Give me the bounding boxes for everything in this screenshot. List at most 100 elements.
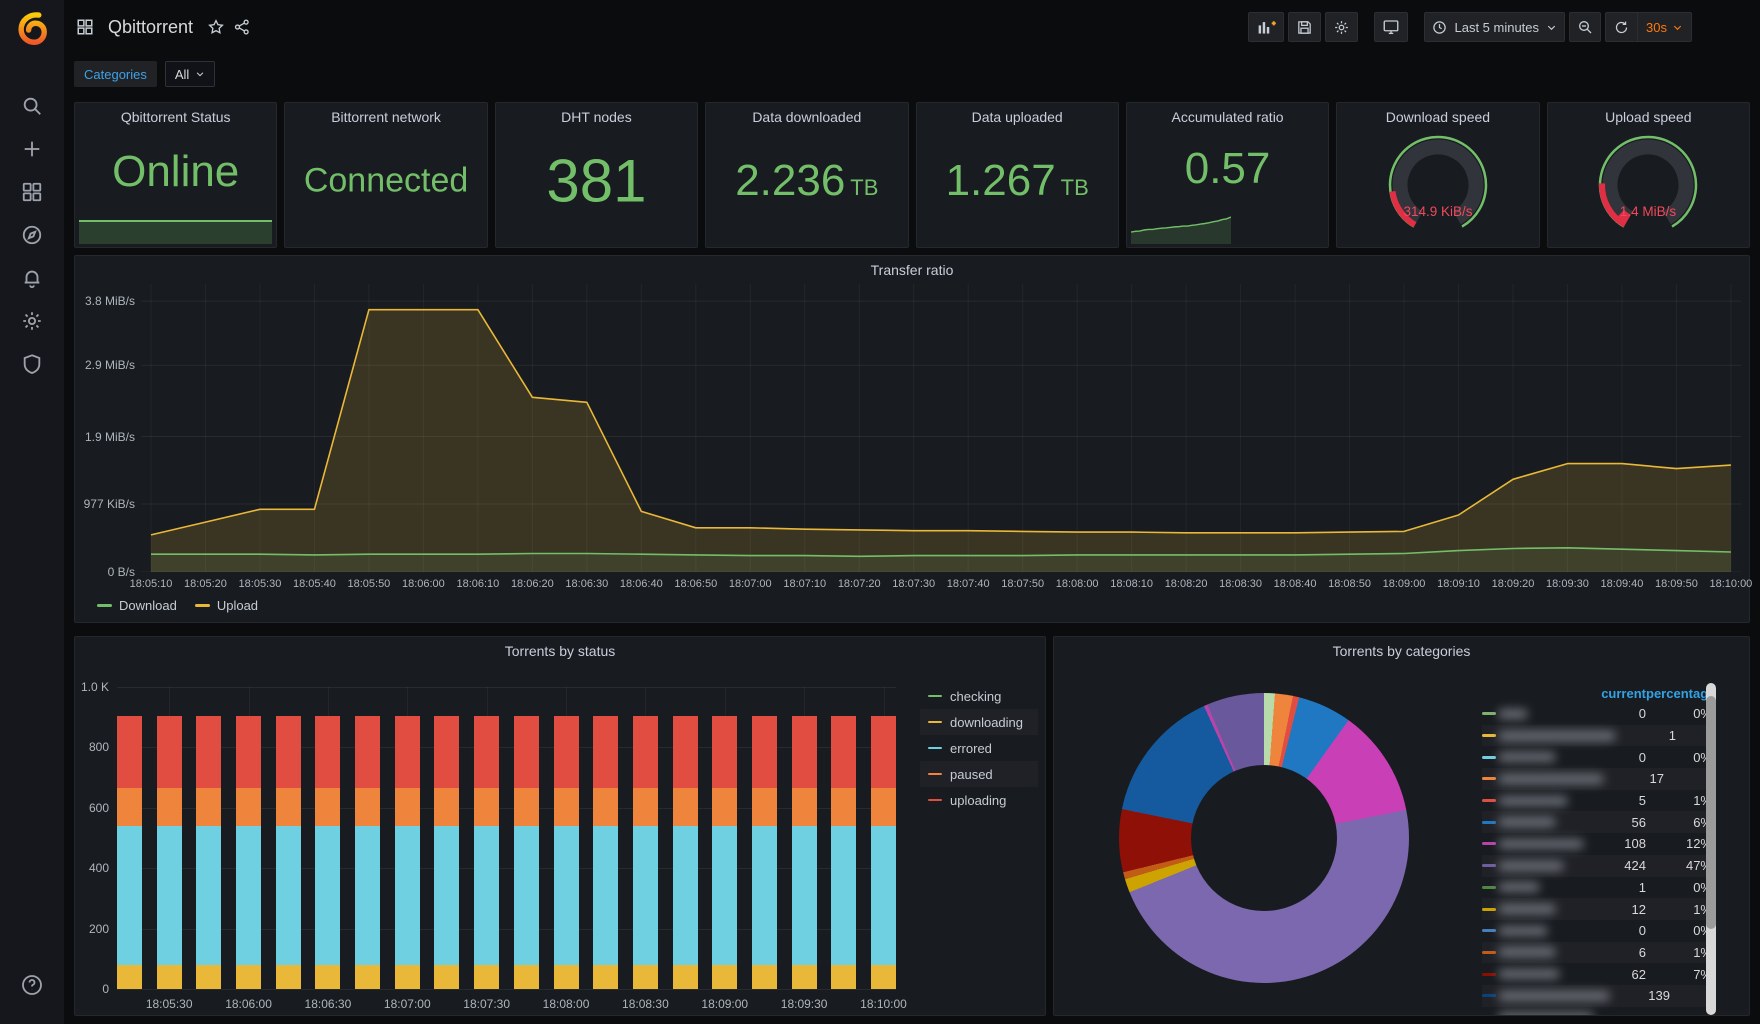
save-dashboard-button[interactable] (1288, 12, 1322, 42)
create-plus-icon[interactable] (12, 127, 52, 170)
panel-title[interactable]: Data uploaded (917, 109, 1118, 125)
variable-value-dropdown[interactable]: All (164, 61, 216, 87)
legend-item-errored[interactable]: errored (920, 735, 1038, 761)
table-row[interactable]: 172% (1482, 768, 1712, 790)
bar-segment-uploading (751, 715, 777, 789)
zoom-out-button[interactable] (1569, 12, 1602, 42)
category-label-redacted (1498, 882, 1586, 893)
table-row[interactable]: 424 47% (1482, 854, 1712, 877)
table-row[interactable]: 10% (1482, 724, 1712, 747)
search-icon[interactable] (12, 84, 52, 127)
cycle-view-tv-icon[interactable] (1374, 12, 1409, 42)
stacked-bar[interactable] (117, 715, 142, 989)
stacked-bar[interactable] (632, 715, 658, 989)
alerting-bell-icon[interactable] (12, 256, 52, 299)
panel-title[interactable]: Bittorrent network (285, 109, 486, 125)
legend-item-download[interactable]: Download (97, 598, 177, 613)
bottom-row: Torrents by status checking downloading er… (74, 636, 1750, 1016)
stacked-bar[interactable] (871, 715, 896, 989)
explore-compass-icon[interactable] (12, 213, 52, 256)
stacked-bar[interactable] (712, 715, 738, 989)
table-row[interactable]: 62 7% (1482, 963, 1712, 985)
table-row[interactable] (1482, 1007, 1712, 1015)
column-header-percentage[interactable]: percentage (1646, 686, 1712, 701)
table-row[interactable]: 56 6% (1482, 811, 1712, 834)
panel-title[interactable]: Data downloaded (706, 109, 907, 125)
stacked-bar[interactable] (156, 715, 182, 989)
column-header-current[interactable]: current (1586, 686, 1646, 701)
time-series-chart (141, 284, 1741, 572)
share-icon[interactable] (229, 14, 255, 40)
panel-title[interactable]: Accumulated ratio (1127, 109, 1328, 125)
panel-title[interactable]: Torrents by status (75, 643, 1045, 659)
table-row[interactable]: 0 0% (1482, 920, 1712, 942)
legend-item-uploading[interactable]: uploading (920, 787, 1038, 813)
panel-title[interactable]: Qbittorrent Status (75, 109, 276, 125)
time-range-picker[interactable]: Last 5 minutes (1424, 12, 1566, 42)
page-title: Qbittorrent (108, 16, 194, 37)
panel-title[interactable]: Transfer ratio (75, 262, 1749, 278)
stacked-bar[interactable] (474, 715, 500, 989)
stacked-bar[interactable] (315, 715, 341, 989)
legend-item-paused[interactable]: paused (920, 761, 1038, 787)
bar-segment-downloading (513, 964, 539, 989)
y-axis-label: 2.9 MiB/s (84, 358, 135, 373)
stacked-bar[interactable] (672, 715, 698, 989)
stacked-bar[interactable] (553, 715, 579, 989)
table-row[interactable]: 12 1% (1482, 898, 1712, 920)
gauge-value: 1.4 MiB/s (1620, 204, 1677, 219)
legend-item-upload[interactable]: Upload (194, 598, 258, 613)
stacked-bar[interactable] (751, 715, 777, 989)
dashboard-grid-icon[interactable] (72, 14, 98, 40)
refresh-interval-dropdown[interactable]: 30s (1638, 13, 1691, 41)
table-scrollbar[interactable] (1706, 683, 1716, 1015)
bar-segment-downloading (871, 964, 896, 989)
table-row[interactable]: 6 1% (1482, 941, 1712, 964)
stacked-bar[interactable] (434, 715, 460, 989)
stacked-bar[interactable] (355, 715, 381, 989)
stacked-bar[interactable] (831, 715, 857, 989)
dashboards-icon[interactable] (12, 170, 52, 213)
admin-shield-icon[interactable] (12, 342, 52, 385)
stat-value: 1.267 TB (945, 155, 1089, 205)
table-row[interactable]: 108 12% (1482, 833, 1712, 855)
stacked-bar[interactable] (236, 715, 262, 989)
table-row[interactable]: 0 0% (1482, 746, 1712, 768)
bar-segment-uploading (236, 715, 262, 789)
variable-label-categories[interactable]: Categories (74, 61, 157, 87)
panel-title[interactable]: Download speed (1337, 109, 1538, 125)
stacked-bar[interactable] (275, 715, 301, 989)
bar-segment-downloading (434, 964, 460, 989)
refresh-icon[interactable] (1606, 13, 1637, 41)
stacked-bar[interactable] (196, 715, 222, 989)
table-row[interactable]: 13915% (1482, 984, 1712, 1007)
stacked-bar[interactable] (791, 715, 817, 989)
star-icon[interactable] (203, 14, 229, 40)
add-panel-button[interactable] (1248, 12, 1285, 42)
cell-percentage: 7% (1693, 966, 1712, 982)
legend-color-dash-cell (1482, 712, 1498, 716)
bar-segment-paused (632, 788, 658, 826)
legend-item-checking[interactable]: checking (920, 683, 1038, 709)
table-row[interactable]: 5 1% (1482, 790, 1712, 812)
dashboard-settings-gear-icon[interactable] (1325, 12, 1359, 42)
stacked-bar[interactable] (513, 715, 539, 989)
grafana-logo-icon[interactable] (0, 0, 64, 56)
scrollbar-thumb[interactable] (1706, 696, 1716, 929)
legend-color-dash (1482, 950, 1496, 954)
bar-segment-errored (751, 825, 777, 965)
x-axis-label: 18:09:30 (780, 997, 828, 1011)
configuration-gear-icon[interactable] (12, 299, 52, 342)
help-icon[interactable] (12, 963, 52, 1006)
table-row[interactable]: 10% (1482, 877, 1712, 899)
cell-current: 108 (1624, 836, 1646, 852)
legend-item-downloading[interactable]: downloading (920, 709, 1038, 735)
stacked-bar[interactable] (394, 715, 420, 989)
panel-title[interactable]: Upload speed (1548, 109, 1749, 125)
panel-title[interactable]: DHT nodes (496, 109, 697, 125)
panel-title[interactable]: Torrents by categories (1054, 643, 1749, 659)
table-row[interactable]: 0 0% (1482, 703, 1712, 725)
bar-segment-downloading (474, 964, 500, 989)
bar-segment-errored (672, 825, 698, 965)
stacked-bar[interactable] (593, 715, 619, 989)
